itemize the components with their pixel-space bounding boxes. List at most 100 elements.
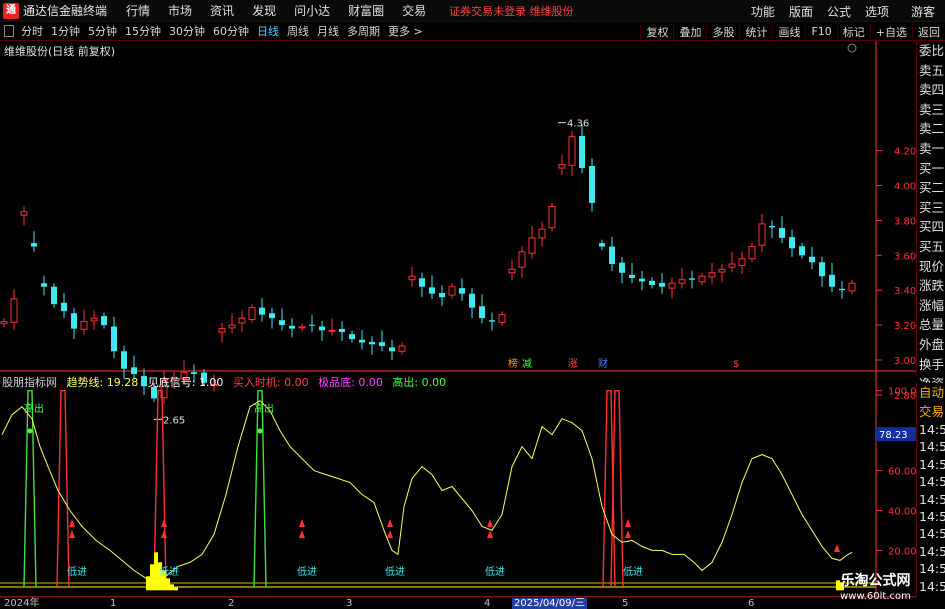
indicator-tick-label: 20.00 [888,546,916,557]
low-in-marker: 低进 [623,565,643,578]
period-multi[interactable]: 多周期 [343,23,384,39]
signal-spike [253,390,267,587]
btn-back[interactable]: 返回 [912,23,945,40]
period-60min[interactable]: 60分钟 [209,23,253,39]
candle-body-down [31,243,37,247]
candle-body-down [359,339,365,343]
quote-row[interactable]: 卖四 [917,80,945,100]
period-daily[interactable]: 日线 [253,23,283,39]
period-1min[interactable]: 1分钟 [47,23,84,39]
candle-body-up [538,228,546,239]
candle-body-down [459,288,465,294]
period-monthly[interactable]: 月线 [313,23,343,39]
candle-body-up [298,326,306,329]
trade-label[interactable]: 交易 [917,402,945,421]
menu-function[interactable]: 功能 [744,3,782,20]
quote-row[interactable]: 现价 [917,257,945,277]
quote-row[interactable]: 卖一 [917,139,945,159]
date-label: 1 [110,598,117,609]
period-tick[interactable]: 分时 [17,23,47,39]
gear-icon[interactable] [847,43,857,53]
quote-row[interactable]: 涨跌 [917,276,945,296]
quote-row[interactable]: 外盘 [917,335,945,355]
quote-row[interactable]: 卖三 [917,100,945,120]
bottom-signal-label: 见底信号: [147,376,196,389]
candle-body-down [639,278,645,282]
candle-body-down [769,225,775,228]
indicator-name[interactable]: 股朋指标网 [2,376,57,389]
menu-quotes[interactable]: 行情 [117,2,159,19]
high-price-label: 4.36 [567,119,589,130]
candle-body-down [799,246,805,256]
price-tick-label: 3.00 [894,356,916,367]
signal-spike [23,390,37,587]
btn-stats[interactable]: 统计 [739,23,772,40]
btn-add-watchlist[interactable]: +自选 [869,23,912,40]
quote-panel: 委比卖五卖四卖三卖二卖一买一买二买三买四买五现价涨跌涨幅总量外盘换手净资收益 [916,41,945,411]
high-out-dot [257,428,263,434]
low-in-marker: 低进 [159,565,179,578]
chart-canvas[interactable]: 4.204.003.803.603.403.203.002.80 4.362.6… [0,41,916,609]
high-out-label: 高出: [392,376,419,389]
btn-draw[interactable]: 画线 [772,23,805,40]
candle-body-up [758,223,766,246]
candle-body-up [728,263,736,268]
candle-body-up [90,317,98,322]
quote-row[interactable]: 涨幅 [917,296,945,316]
guest-user[interactable]: 游客 [904,3,945,20]
quote-row[interactable]: 买二 [917,178,945,198]
signal-spike [610,390,624,587]
period-more[interactable]: 更多 > [384,23,427,39]
candle-body-up [328,329,336,332]
menu-wealth[interactable]: 财富圈 [339,2,393,19]
watermark: 乐淘公式网 www.60lt.com [806,572,945,609]
candle-body-down [101,316,107,326]
quote-row[interactable]: 卖二 [917,119,945,139]
btn-adjust[interactable]: 复权 [640,23,673,40]
btn-overlay[interactable]: 叠加 [673,23,706,40]
candle-body-down [629,274,635,278]
quote-row[interactable]: 委比 [917,41,945,61]
candle-body-down [279,320,285,326]
candle-body-down [619,262,625,273]
menu-news[interactable]: 资讯 [201,2,243,19]
menu-layout[interactable]: 版面 [782,3,820,20]
quote-row[interactable]: 买四 [917,217,945,237]
quote-row[interactable]: 买五 [917,237,945,257]
candle-body-up [398,345,406,352]
quote-row[interactable]: 买一 [917,159,945,179]
menu-discover[interactable]: 发现 [243,2,285,19]
buy-arrow-icon [161,519,167,538]
period-5min[interactable]: 5分钟 [84,23,121,39]
pin-icon[interactable] [4,25,14,37]
period-30min[interactable]: 30分钟 [165,23,209,39]
candle-body-up [528,237,536,254]
trade-time: 14:56 [919,439,945,455]
candle-body-up [558,164,566,169]
quote-row[interactable]: 卖五 [917,61,945,81]
auto-label[interactable]: 自动 [917,383,945,402]
date-label: 4 [484,598,491,609]
quote-row[interactable]: 总量 [917,315,945,335]
period-weekly[interactable]: 周线 [283,23,313,39]
candle-body-up [238,317,246,324]
login-notice[interactable]: 证券交易未登录 维维股份 [449,3,574,19]
main-chart-title: 维维股份(日线 前复权) [4,45,116,58]
menu-ask[interactable]: 问小达 [285,2,339,19]
candle-body-up [0,321,8,325]
btn-multi-stock[interactable]: 多股 [706,23,739,40]
menu-market[interactable]: 市场 [159,2,201,19]
quote-row[interactable]: 买三 [917,198,945,218]
candle-body-up [748,246,756,260]
menu-trade[interactable]: 交易 [393,2,435,19]
menu-options[interactable]: 选项 [858,3,896,20]
candle-body-down [439,292,445,298]
period-15min[interactable]: 15分钟 [121,23,165,39]
bottom-signal-bar [166,578,170,591]
indicator-tick-label: 60.00 [888,467,916,478]
menu-formula[interactable]: 公式 [820,3,858,20]
btn-mark[interactable]: 标记 [836,23,870,40]
candle-body-down [419,278,425,287]
btn-f10[interactable]: F10 [805,25,836,38]
quote-row[interactable]: 换手 [917,355,945,375]
